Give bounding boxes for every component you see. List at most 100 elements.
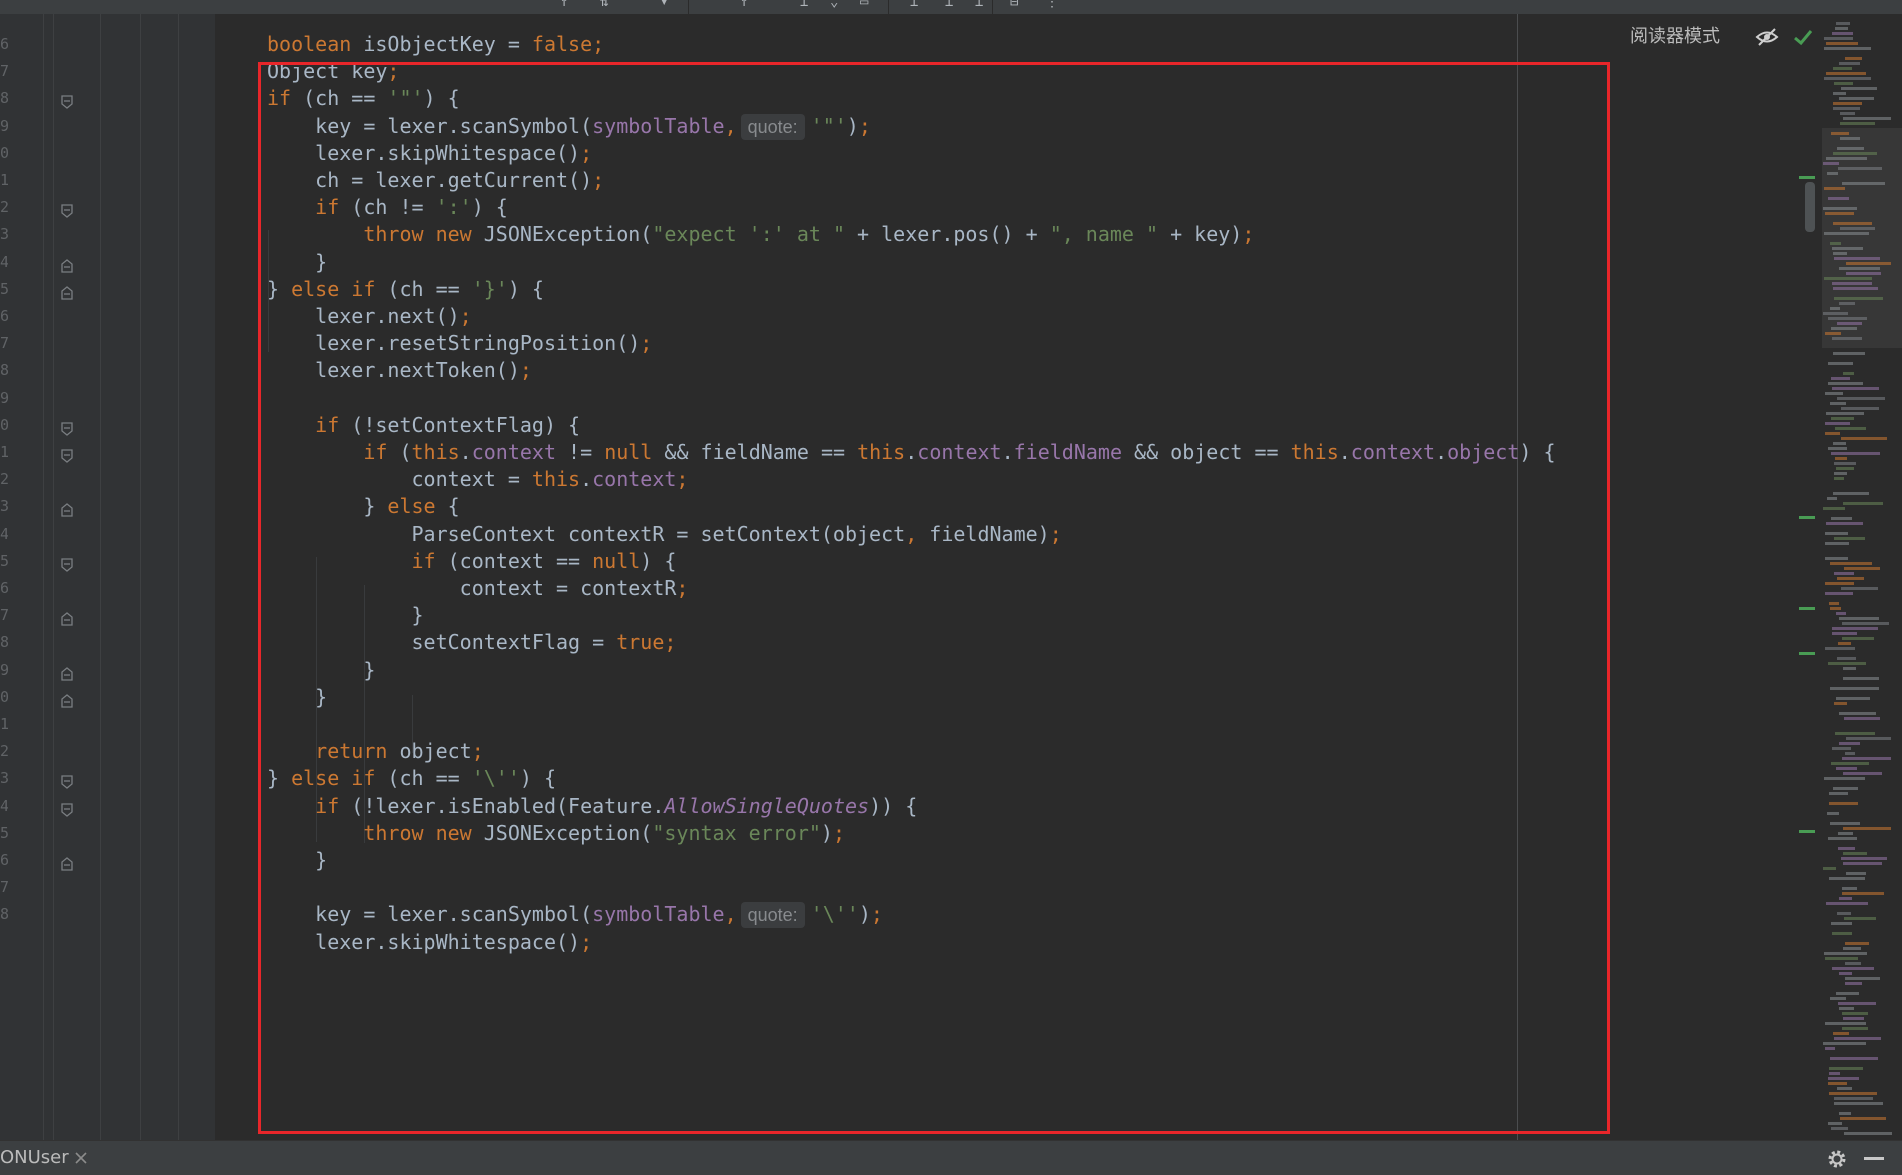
fold-marker-icon[interactable] xyxy=(59,802,75,818)
code-token: object xyxy=(1447,440,1520,464)
minimap-line xyxy=(1839,302,1855,305)
toolbar-up-icon[interactable]: ↑ xyxy=(740,0,748,10)
minimap-line xyxy=(1823,1042,1866,1045)
line-number: 8 xyxy=(0,905,8,924)
toolbar-select-icon[interactable]: ⊟ xyxy=(1010,0,1018,10)
minimap-line xyxy=(1824,47,1871,50)
line-number: 5 xyxy=(0,279,8,298)
minimap-line xyxy=(1831,762,1869,765)
fold-marker-icon[interactable] xyxy=(59,258,75,274)
fold-marker-icon[interactable] xyxy=(59,611,75,627)
code-line[interactable]: lexer.nextToken(); xyxy=(267,354,532,387)
line-number: 4 xyxy=(0,796,8,815)
minimap-line xyxy=(1831,452,1880,455)
fold-marker-icon[interactable] xyxy=(59,94,75,110)
code-token: && object == xyxy=(1122,440,1291,464)
fold-marker-icon[interactable] xyxy=(59,285,75,301)
code-token: key = lexer.scanSymbol( xyxy=(267,902,593,927)
code-token: ; xyxy=(1242,222,1255,247)
toolbar-down-icon[interactable]: ⌄ xyxy=(830,0,838,10)
fold-marker-icon[interactable] xyxy=(59,502,75,518)
code-token: lexer.nextToken() xyxy=(267,358,520,383)
file-tab[interactable]: ONUser xyxy=(0,1145,69,1171)
fold-marker-icon[interactable] xyxy=(59,856,75,872)
line-number: 5 xyxy=(0,823,8,842)
minimap-line xyxy=(1832,32,1853,35)
toolbar-arrow-icon[interactable]: ↑ xyxy=(560,0,568,10)
toolbar-find-icon[interactable]: ⌶ xyxy=(910,0,918,10)
code-token: '\'' xyxy=(810,902,859,927)
code-token: ; xyxy=(640,331,653,356)
right-margin-guide xyxy=(1517,14,1518,1140)
toolbar-more-icon[interactable]: ⋮ xyxy=(1045,0,1059,10)
minimap-line xyxy=(1825,1047,1835,1050)
minimap-line xyxy=(1834,1037,1881,1040)
minimap-line xyxy=(1842,1027,1868,1030)
minimap-line xyxy=(1825,532,1848,535)
minimap-line xyxy=(1825,582,1854,585)
line-number: 9 xyxy=(0,116,8,135)
minimap-line xyxy=(1828,447,1847,450)
minimap-line xyxy=(1831,327,1857,330)
minimap-line xyxy=(1839,1112,1851,1115)
code-line[interactable]: throw new JSONException("expect ':' at "… xyxy=(267,218,1254,251)
toolbar-find-all-icon[interactable]: ⌶ xyxy=(975,0,983,10)
minimap-line xyxy=(1833,152,1877,155)
code-token: symbolTable xyxy=(592,113,725,138)
fold-marker-icon[interactable] xyxy=(59,557,75,573)
code-token: ; xyxy=(858,113,871,138)
editor-scrollbar[interactable] xyxy=(1805,182,1815,232)
code-token: lexer.resetStringPosition() xyxy=(267,331,641,356)
toolbar-box-icon[interactable]: ▭ xyxy=(860,0,868,10)
minimap-line xyxy=(1841,857,1887,860)
code-token: isObjectKey = xyxy=(363,32,532,56)
minimap-line xyxy=(1825,957,1858,960)
minimap-line xyxy=(1832,747,1851,750)
toolbar-filter-icon[interactable]: ▾ xyxy=(660,0,668,10)
minimap-line xyxy=(1841,437,1887,440)
code-token: ", name " xyxy=(1049,222,1159,247)
minimap-line xyxy=(1828,1077,1859,1080)
code-token: false xyxy=(531,32,593,56)
code-minimap[interactable] xyxy=(1815,14,1902,1140)
fold-marker-icon[interactable] xyxy=(59,693,75,709)
fold-marker-icon[interactable] xyxy=(59,421,75,437)
toolbar-find-next-icon[interactable]: ⌶ xyxy=(945,0,953,10)
bottom-tool-window-bar: ONUser xyxy=(0,1140,1902,1175)
minimap-line xyxy=(1829,792,1848,795)
fold-marker-icon[interactable] xyxy=(59,448,75,464)
toolbar-pin-icon[interactable]: ⊥ xyxy=(800,0,808,10)
line-number: 0 xyxy=(0,143,8,162)
minimap-line xyxy=(1841,407,1879,410)
minimap-line xyxy=(1839,1007,1854,1010)
close-icon[interactable] xyxy=(72,1149,90,1167)
toolbar-separator xyxy=(888,0,889,14)
minimize-icon[interactable] xyxy=(1864,1157,1884,1160)
minimap-line xyxy=(1837,657,1856,660)
toolbar-separator xyxy=(992,0,993,14)
minimap-viewport[interactable] xyxy=(1822,128,1902,348)
gear-icon[interactable] xyxy=(1825,1147,1849,1171)
fold-marker-icon[interactable] xyxy=(59,203,75,219)
code-token: ) xyxy=(858,902,871,927)
toolbar-separator xyxy=(688,0,689,14)
fold-marker-icon[interactable] xyxy=(59,774,75,790)
toolbar-match-icon[interactable]: ⇅ xyxy=(600,0,608,10)
code-line[interactable]: lexer.skipWhitespace(); xyxy=(267,926,592,959)
code-line[interactable]: } xyxy=(267,681,327,714)
code-token: ) { xyxy=(519,766,557,791)
eye-crossed-icon[interactable] xyxy=(1754,24,1780,50)
minimap-line xyxy=(1839,742,1860,745)
minimap-line xyxy=(1827,172,1838,175)
fold-marker-icon[interactable] xyxy=(59,666,75,682)
minimap-line xyxy=(1845,982,1862,985)
code-token: ; xyxy=(592,32,605,56)
code-line[interactable]: } xyxy=(267,844,327,877)
minimap-line xyxy=(1828,317,1867,320)
reader-mode-button[interactable]: 阅读器模式 xyxy=(1630,24,1720,50)
minimap-line xyxy=(1846,262,1891,265)
minimap-line xyxy=(1834,537,1865,540)
minimap-line xyxy=(1833,222,1872,225)
code-line[interactable]: throw new JSONException("syntax error"); xyxy=(267,817,845,850)
